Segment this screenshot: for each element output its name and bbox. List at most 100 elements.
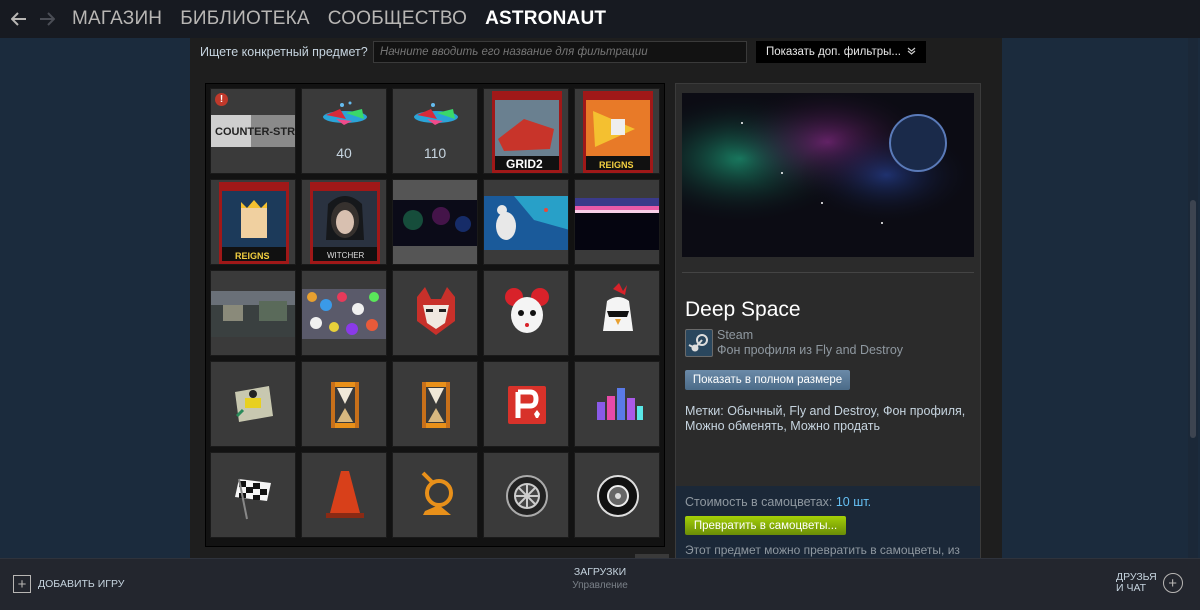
top-nav: МАГАЗИН БИБЛИОТЕКА СООБЩЕСТВО ASTRONAUT bbox=[0, 0, 1200, 38]
svg-text:GRID2: GRID2 bbox=[506, 157, 543, 171]
item-tags: Метки: Обычный, Fly and Destroy, Фон про… bbox=[685, 404, 966, 433]
inventory-item[interactable]: ! COUNTER-STRIKE bbox=[210, 88, 296, 174]
p-emoticon-icon bbox=[508, 386, 546, 424]
reigns-card-thumb: REIGNS bbox=[219, 182, 289, 264]
inventory-grid: ! COUNTER-STRIKE 40 bbox=[205, 83, 665, 547]
collage-background-thumb bbox=[302, 289, 386, 339]
inventory-item[interactable] bbox=[301, 270, 387, 356]
item-name: Deep Space bbox=[685, 298, 801, 321]
inventory-item[interactable] bbox=[392, 361, 478, 447]
inventory-item[interactable] bbox=[483, 452, 569, 538]
deep-space-background-thumb bbox=[393, 200, 477, 246]
plus-icon: + bbox=[13, 575, 31, 593]
item-game: Steam bbox=[717, 328, 754, 342]
item-type: Фон профиля из Fly and Destroy bbox=[717, 343, 904, 357]
filter-input[interactable] bbox=[373, 41, 747, 63]
landscape-background-thumb bbox=[211, 291, 295, 337]
rat-background-thumb bbox=[484, 196, 568, 250]
fox-emoticon-icon bbox=[417, 287, 455, 335]
turn-into-gems-button[interactable]: Превратить в самоцветы... bbox=[685, 516, 846, 535]
scrollbar-thumb[interactable] bbox=[1190, 200, 1196, 438]
gems-note: Этот предмет можно превратить в самоцвет… bbox=[685, 543, 960, 557]
hourglass-icon bbox=[331, 382, 359, 428]
filter-label: Ищете конкретный предмет? bbox=[200, 45, 368, 59]
svg-text:REIGNS: REIGNS bbox=[235, 251, 270, 261]
tire-icon bbox=[597, 475, 639, 517]
wheel-icon bbox=[506, 475, 548, 517]
more-filters-button[interactable]: Показать доп. фильтры... bbox=[756, 41, 926, 63]
inventory-item[interactable]: REIGNS bbox=[574, 88, 660, 174]
gems-cost-value: 10 шт. bbox=[835, 495, 872, 509]
gems-section: Стоимость в самоцветах: 10 шт. Превратит… bbox=[676, 486, 980, 558]
cassette-emoticon-icon bbox=[235, 386, 273, 422]
view-fullsize-button[interactable]: Показать в полном размере bbox=[685, 370, 850, 390]
nav-community[interactable]: СООБЩЕСТВО bbox=[328, 8, 467, 30]
add-friend-icon: + bbox=[1162, 573, 1183, 593]
gems-cost-label: Стоимость в самоцветах: bbox=[685, 495, 833, 509]
inventory-item[interactable] bbox=[483, 270, 569, 356]
friends-chat-button[interactable]: ДРУЗЬЯ И ЧАТ + bbox=[1116, 572, 1183, 594]
counter-strike-background-thumb: COUNTER-STRIKE bbox=[211, 115, 296, 147]
inventory-item[interactable] bbox=[574, 452, 660, 538]
reigns-card-thumb: REIGNS bbox=[583, 91, 653, 173]
inventory-item[interactable] bbox=[210, 270, 296, 356]
inventory-item[interactable] bbox=[574, 179, 660, 265]
background-right bbox=[1002, 38, 1200, 558]
inventory-item[interactable]: GRID2 bbox=[483, 88, 569, 174]
gems-icon bbox=[414, 103, 458, 125]
horn-icon bbox=[421, 471, 453, 515]
more-filters-label: Показать доп. фильтры... bbox=[765, 46, 901, 58]
inventory-item[interactable]: WITCHER bbox=[301, 179, 387, 265]
inventory-item[interactable]: REIGNS bbox=[210, 179, 296, 265]
city-emoticon-icon bbox=[597, 388, 643, 420]
downloads-label: ЗАГРУЗКИ bbox=[573, 566, 627, 578]
inventory-item[interactable] bbox=[301, 452, 387, 538]
chat-label: И ЧАТ bbox=[1116, 582, 1147, 594]
add-game-button[interactable]: + ДОБАВИТЬ ИГРУ bbox=[13, 575, 124, 593]
inventory-item[interactable] bbox=[574, 361, 660, 447]
witcher-card-thumb: WITCHER bbox=[310, 182, 380, 264]
divider bbox=[682, 272, 974, 273]
horizon-background-thumb bbox=[575, 198, 659, 250]
steam-logo-icon bbox=[685, 329, 713, 357]
inventory-item[interactable] bbox=[210, 452, 296, 538]
inventory-panel: Ищете конкретный предмет? Показать доп. … bbox=[190, 38, 1002, 558]
nav-library[interactable]: БИБЛИОТЕКА bbox=[180, 8, 310, 30]
downloads-button[interactable]: ЗАГРУЗКИ Управление bbox=[520, 566, 680, 591]
filter-bar: Ищете конкретный предмет? Показать доп. … bbox=[190, 38, 1002, 66]
nav-store[interactable]: МАГАЗИН bbox=[72, 8, 162, 30]
add-game-label: ДОБАВИТЬ ИГРУ bbox=[38, 578, 125, 590]
svg-text:REIGNS: REIGNS bbox=[599, 160, 634, 170]
svg-text:COUNTER-STRIKE: COUNTER-STRIKE bbox=[215, 126, 296, 138]
mouse-emoticon-icon bbox=[505, 288, 549, 333]
checkered-flag-icon bbox=[235, 478, 271, 520]
back-arrow-icon[interactable] bbox=[8, 8, 30, 30]
downloads-sub: Управление bbox=[572, 580, 628, 591]
bottom-bar: + ДОБАВИТЬ ИГРУ ЗАГРУЗКИ Управление ДРУЗ… bbox=[0, 558, 1200, 610]
inventory-item[interactable] bbox=[574, 270, 660, 356]
chicken-emoticon-icon bbox=[603, 283, 633, 331]
nav-profile[interactable]: ASTRONAUT bbox=[485, 8, 606, 30]
chevron-down-icon bbox=[907, 47, 916, 58]
gems-cost: Стоимость в самоцветах: 10 шт. bbox=[685, 495, 871, 509]
svg-text:WITCHER: WITCHER bbox=[327, 251, 365, 260]
item-count: 40 bbox=[336, 145, 352, 161]
item-preview-image bbox=[682, 93, 974, 257]
traffic-cone-icon bbox=[326, 471, 364, 518]
inventory-item[interactable]: 40 bbox=[301, 88, 387, 174]
inventory-item-selected[interactable] bbox=[392, 179, 478, 265]
gems-icon bbox=[323, 101, 367, 125]
background-left bbox=[0, 38, 190, 558]
inventory-item[interactable] bbox=[210, 361, 296, 447]
forward-arrow-icon[interactable] bbox=[36, 8, 58, 30]
inventory-item[interactable] bbox=[392, 270, 478, 356]
inventory-item[interactable] bbox=[483, 361, 569, 447]
item-detail-panel: Deep Space Steam Фон профиля из Fly and … bbox=[675, 83, 981, 558]
inventory-item[interactable] bbox=[301, 361, 387, 447]
hourglass-icon bbox=[422, 382, 450, 428]
item-count: 110 bbox=[423, 145, 447, 161]
grid2-card-thumb: GRID2 bbox=[492, 91, 562, 173]
inventory-item[interactable] bbox=[392, 452, 478, 538]
inventory-item[interactable] bbox=[483, 179, 569, 265]
inventory-item[interactable]: 110 bbox=[392, 88, 478, 174]
